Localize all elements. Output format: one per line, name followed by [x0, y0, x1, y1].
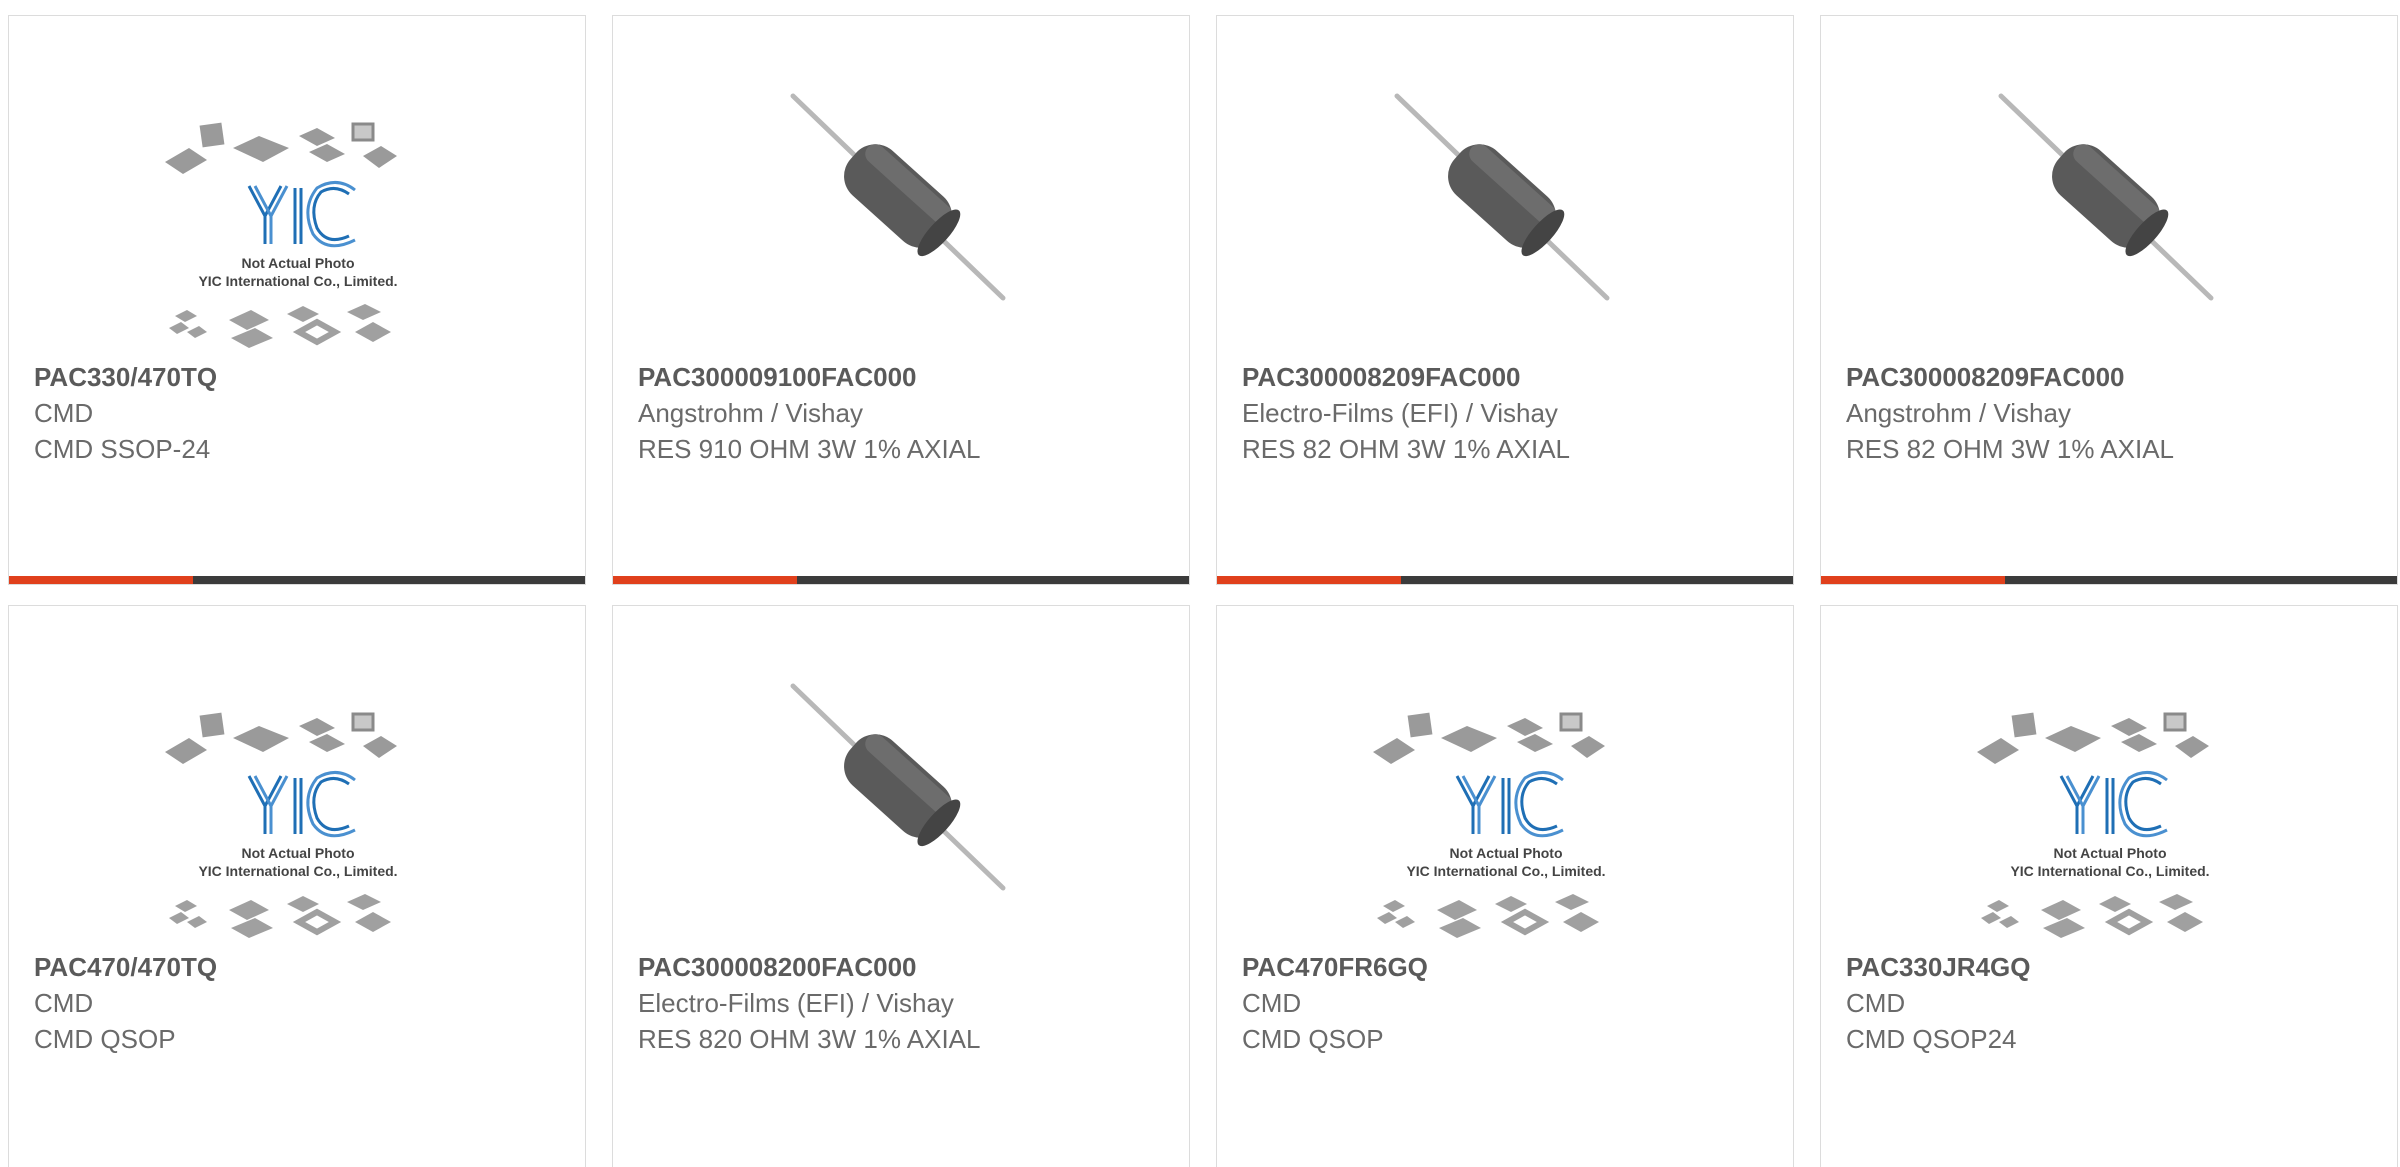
placeholder-line2: YIC International Co., Limited.	[198, 863, 397, 879]
placeholder-line1: Not Actual Photo	[241, 255, 354, 271]
description: CMD QSOP24	[1846, 1024, 2017, 1054]
description: CMD SSOP-24	[34, 434, 211, 464]
description: CMD QSOP	[1242, 1024, 1384, 1054]
placeholder-line1: Not Actual Photo	[2053, 845, 2166, 861]
placeholder-image: Not Actual Photo YIC International Co., …	[1373, 712, 1606, 938]
product-card[interactable]: PAC300008209FAC000 Electro-Films (EFI) /…	[1216, 15, 1794, 585]
description: RES 82 OHM 3W 1% AXIAL	[1846, 434, 2175, 464]
placeholder-line2: YIC International Co., Limited.	[198, 273, 397, 289]
part-number[interactable]: PAC300008200FAC000	[638, 949, 1179, 985]
product-card[interactable]: Not Actual Photo YIC International Co., …	[8, 15, 586, 585]
card-footer-bar	[1821, 576, 2397, 584]
manufacturer: CMD	[34, 988, 94, 1018]
part-number[interactable]: PAC470FR6GQ	[1242, 949, 1783, 985]
accent-bar	[1217, 576, 1401, 584]
placeholder-image: Not Actual Photo YIC International Co., …	[165, 122, 398, 348]
manufacturer: CMD	[1846, 988, 1906, 1018]
part-number[interactable]: PAC300008209FAC000	[1242, 359, 1783, 395]
resistor-icon	[1998, 93, 2214, 301]
description: CMD QSOP	[34, 1024, 176, 1054]
product-info: PAC300008209FAC000 Angstrohm / Vishay RE…	[1846, 359, 2387, 467]
manufacturer: CMD	[34, 398, 94, 428]
product-info: PAC300009100FAC000 Angstrohm / Vishay RE…	[638, 359, 1179, 467]
product-image[interactable]	[1971, 76, 2249, 376]
product-info: PAC470/470TQ CMD CMD QSOP	[34, 949, 575, 1057]
product-grid: Not Actual Photo YIC International Co., …	[0, 0, 2400, 1167]
product-card[interactable]: PAC300008200FAC000 Electro-Films (EFI) /…	[612, 605, 1190, 1167]
placeholder-line2: YIC International Co., Limited.	[1406, 863, 1605, 879]
product-image[interactable]	[763, 76, 1041, 376]
part-number[interactable]: PAC470/470TQ	[34, 949, 575, 985]
product-image[interactable]: Not Actual Photo YIC International Co., …	[1971, 666, 2249, 966]
description: RES 910 OHM 3W 1% AXIAL	[638, 434, 981, 464]
product-image[interactable]: Not Actual Photo YIC International Co., …	[159, 666, 437, 966]
manufacturer: Electro-Films (EFI) / Vishay	[638, 988, 954, 1018]
product-image[interactable]: Not Actual Photo YIC International Co., …	[159, 76, 437, 376]
card-footer-bar	[613, 576, 1189, 584]
placeholder-line2: YIC International Co., Limited.	[2010, 863, 2209, 879]
product-image[interactable]	[1367, 76, 1645, 376]
product-card[interactable]: PAC300009100FAC000 Angstrohm / Vishay RE…	[612, 15, 1190, 585]
product-card[interactable]: PAC300008209FAC000 Angstrohm / Vishay RE…	[1820, 15, 2398, 585]
description: RES 82 OHM 3W 1% AXIAL	[1242, 434, 1571, 464]
product-info: PAC330/470TQ CMD CMD SSOP-24	[34, 359, 575, 467]
product-image[interactable]: Not Actual Photo YIC International Co., …	[1367, 666, 1645, 966]
card-footer-bar	[9, 576, 585, 584]
product-info: PAC330JR4GQ CMD CMD QSOP24	[1846, 949, 2387, 1057]
part-number[interactable]: PAC300008209FAC000	[1846, 359, 2387, 395]
placeholder-image: Not Actual Photo YIC International Co., …	[165, 712, 398, 938]
accent-bar	[1821, 576, 2005, 584]
product-info: PAC470FR6GQ CMD CMD QSOP	[1242, 949, 1783, 1057]
product-card[interactable]: Not Actual Photo YIC International Co., …	[8, 605, 586, 1167]
part-number[interactable]: PAC330JR4GQ	[1846, 949, 2387, 985]
product-card[interactable]: Not Actual Photo YIC International Co., …	[1216, 605, 1794, 1167]
accent-bar	[613, 576, 797, 584]
resistor-icon	[790, 93, 1006, 301]
part-number[interactable]: PAC330/470TQ	[34, 359, 575, 395]
placeholder-image: Not Actual Photo YIC International Co., …	[1977, 712, 2210, 938]
product-image[interactable]	[763, 666, 1041, 966]
manufacturer: Angstrohm / Vishay	[1846, 398, 2071, 428]
manufacturer: Electro-Films (EFI) / Vishay	[1242, 398, 1558, 428]
placeholder-line1: Not Actual Photo	[241, 845, 354, 861]
resistor-icon	[790, 683, 1006, 891]
product-info: PAC300008209FAC000 Electro-Films (EFI) /…	[1242, 359, 1783, 467]
manufacturer: CMD	[1242, 988, 1302, 1018]
description: RES 820 OHM 3W 1% AXIAL	[638, 1024, 981, 1054]
placeholder-line1: Not Actual Photo	[1449, 845, 1562, 861]
card-footer-bar	[1217, 576, 1793, 584]
resistor-icon	[1394, 93, 1610, 301]
product-card[interactable]: Not Actual Photo YIC International Co., …	[1820, 605, 2398, 1167]
manufacturer: Angstrohm / Vishay	[638, 398, 863, 428]
part-number[interactable]: PAC300009100FAC000	[638, 359, 1179, 395]
product-info: PAC300008200FAC000 Electro-Films (EFI) /…	[638, 949, 1179, 1057]
accent-bar	[9, 576, 193, 584]
